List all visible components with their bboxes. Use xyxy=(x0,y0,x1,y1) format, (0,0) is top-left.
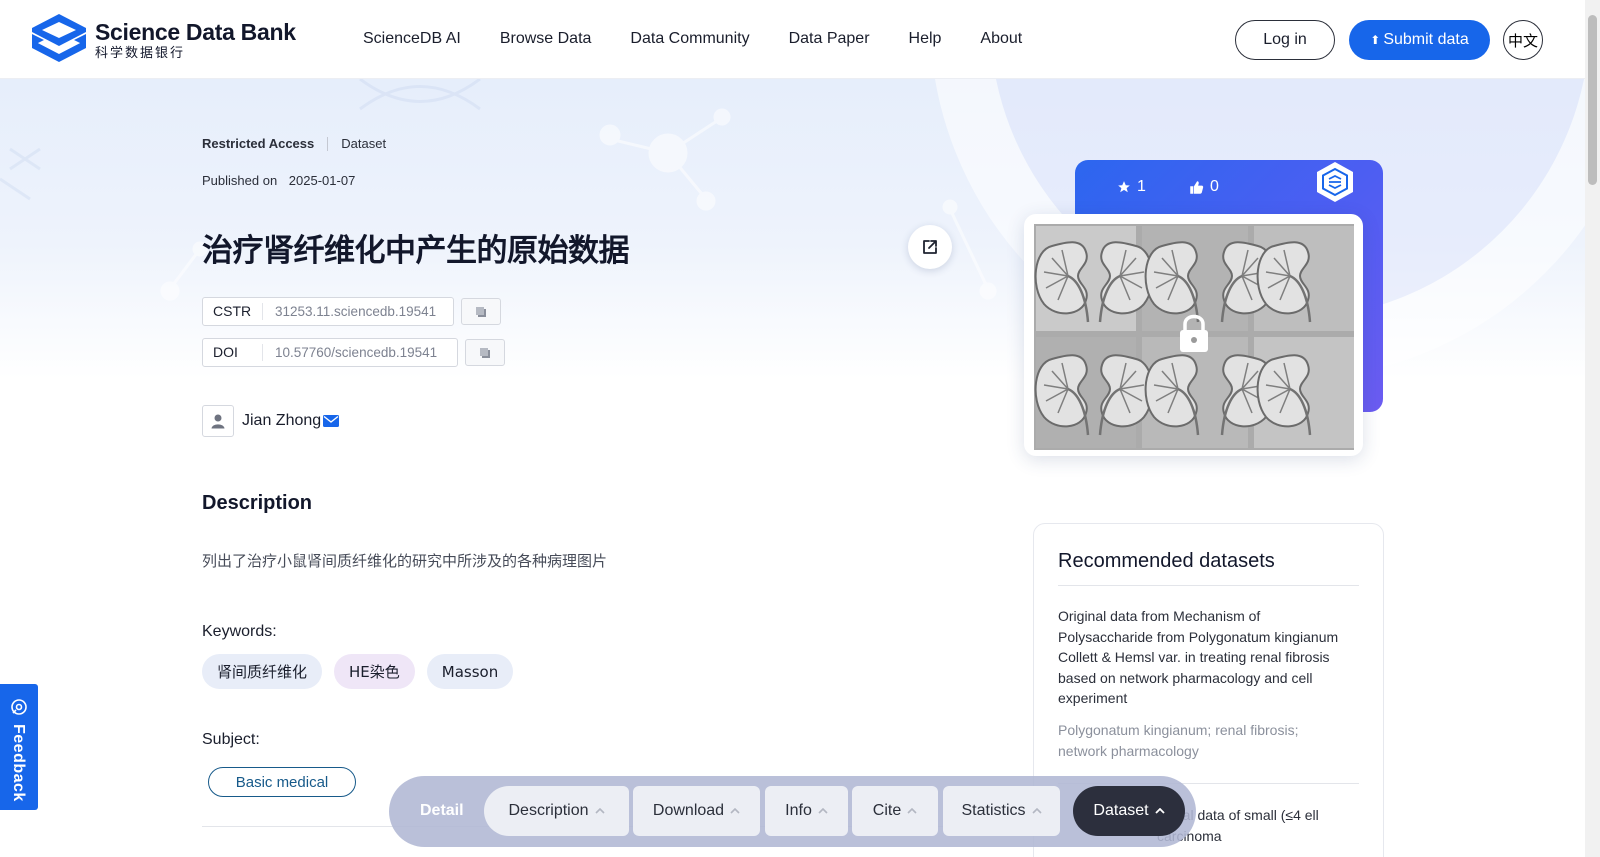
resource-type: Dataset xyxy=(341,136,387,151)
sciencedb-badge-icon xyxy=(1317,162,1353,202)
copy-doi-button[interactable] xyxy=(465,339,505,366)
recommended-heading: Recommended datasets xyxy=(1058,550,1275,572)
user-icon xyxy=(211,414,225,429)
description-text: 列出了治疗小鼠肾间质纤维化的研究中所涉及的各种病理图片 xyxy=(202,552,608,570)
page-scrollbar[interactable] xyxy=(1585,0,1600,857)
star-count[interactable]: 1 xyxy=(1117,178,1146,196)
chevron-up-icon xyxy=(730,808,740,814)
chevron-up-icon xyxy=(1154,808,1165,814)
mail-icon[interactable] xyxy=(323,415,340,427)
keywords-list: 肾间质纤维化 HE染色 Masson xyxy=(202,654,525,689)
doi-label: DOI xyxy=(203,344,263,361)
main-nav: ScienceDB AI Browse Data Data Community … xyxy=(363,30,1061,48)
section-nav-description[interactable]: Description xyxy=(484,786,629,836)
chevron-up-icon xyxy=(1031,808,1042,814)
subject-label: Subject: xyxy=(202,731,260,748)
nav-help[interactable]: Help xyxy=(909,30,942,48)
nav-about[interactable]: About xyxy=(980,30,1022,48)
nav-sciencedb-ai[interactable]: ScienceDB AI xyxy=(363,30,461,48)
access-meta: Restricted Access Dataset xyxy=(202,136,386,151)
keyword-chip[interactable]: HE染色 xyxy=(334,654,415,689)
chevron-up-icon xyxy=(907,808,917,814)
section-nav-cite[interactable]: Cite xyxy=(852,786,938,836)
language-switch-button[interactable]: 中文 xyxy=(1503,20,1543,60)
keyword-chip[interactable]: 肾间质纤维化 xyxy=(202,654,323,689)
like-count-value: 0 xyxy=(1210,178,1219,195)
top-header: Science Data Bank 科学数据银行 ScienceDB AI Br… xyxy=(0,0,1585,79)
kidney-histology-thumbnail xyxy=(1034,224,1354,450)
section-nav-label: Download xyxy=(652,802,725,819)
logo[interactable]: Science Data Bank 科学数据银行 xyxy=(30,12,296,68)
thumbs-up-icon xyxy=(1190,180,1204,194)
section-nav-info[interactable]: Info xyxy=(765,786,848,836)
chevron-up-icon xyxy=(594,808,605,814)
published-date: Published on 2025-01-07 xyxy=(202,173,355,188)
cstr-field: CSTR 31253.11.sciencedb.19541 xyxy=(202,297,454,326)
recommended-divider xyxy=(1058,585,1359,586)
submit-data-label: Submit data xyxy=(1383,31,1469,48)
author[interactable]: Jian Zhong xyxy=(202,405,340,437)
share-button[interactable] xyxy=(908,225,952,269)
keywords-label: Keywords: xyxy=(202,623,277,640)
submit-data-button[interactable]: ⬆ Submit data xyxy=(1349,20,1490,60)
nav-data-paper[interactable]: Data Paper xyxy=(789,30,870,48)
section-nav-detail-label: Detail xyxy=(420,802,464,819)
upload-icon: ⬆ xyxy=(1370,33,1381,47)
published-value: 2025-01-07 xyxy=(288,173,356,188)
feedback-tab[interactable]: Feedback xyxy=(0,684,38,810)
copy-icon xyxy=(476,306,486,317)
feedback-icon xyxy=(11,699,27,715)
doi-field: DOI 10.57760/sciencedb.19541 xyxy=(202,338,458,367)
external-link-icon xyxy=(923,240,937,254)
avatar xyxy=(202,405,234,437)
logo-icon xyxy=(32,14,86,62)
recommended-item-title[interactable]: Original data from Mechanism of Polysacc… xyxy=(1058,606,1348,709)
section-nav-dataset[interactable]: Dataset xyxy=(1073,786,1185,836)
section-nav-label: Statistics xyxy=(961,802,1026,819)
access-label: Restricted Access xyxy=(202,136,315,151)
copy-icon xyxy=(480,347,490,358)
dataset-title: 治疗肾纤维化中产生的原始数据 xyxy=(202,233,630,269)
like-count[interactable]: 0 xyxy=(1189,178,1219,196)
logo-text-en: Science Data Bank xyxy=(95,19,296,45)
section-nav-label: Cite xyxy=(872,802,902,819)
recommended-item-keywords: Polygonatum kingianum; renal fibrosis; n… xyxy=(1058,722,1299,759)
doi-value: 10.57760/sciencedb.19541 xyxy=(275,345,438,360)
scrollbar-thumb[interactable] xyxy=(1588,15,1597,185)
cstr-value: 31253.11.sciencedb.19541 xyxy=(275,304,437,319)
meta-divider xyxy=(327,136,329,151)
cstr-label: CSTR xyxy=(203,303,263,320)
published-label: Published on xyxy=(202,173,278,188)
keyword-chip[interactable]: Masson xyxy=(426,654,514,689)
login-button[interactable]: Log in xyxy=(1235,20,1335,60)
chevron-up-icon xyxy=(818,808,828,814)
author-name[interactable]: Jian Zhong xyxy=(242,412,321,430)
description-heading: Description xyxy=(202,492,313,514)
star-icon xyxy=(1118,181,1130,193)
logo-text-zh: 科学数据银行 xyxy=(95,45,186,60)
section-nav-statistics[interactable]: Statistics xyxy=(943,786,1060,836)
nav-browse-data[interactable]: Browse Data xyxy=(500,30,592,48)
section-nav-label: Description xyxy=(508,802,589,819)
star-count-value: 1 xyxy=(1137,178,1146,195)
feedback-label: Feedback xyxy=(10,724,27,802)
nav-data-community[interactable]: Data Community xyxy=(630,30,749,48)
subject-chip[interactable]: Basic medical xyxy=(208,767,356,797)
copy-cstr-button[interactable] xyxy=(461,298,501,325)
section-nav-label: Info xyxy=(785,802,812,819)
section-nav-label: Dataset xyxy=(1093,802,1149,819)
section-nav-download[interactable]: Download xyxy=(633,786,760,836)
